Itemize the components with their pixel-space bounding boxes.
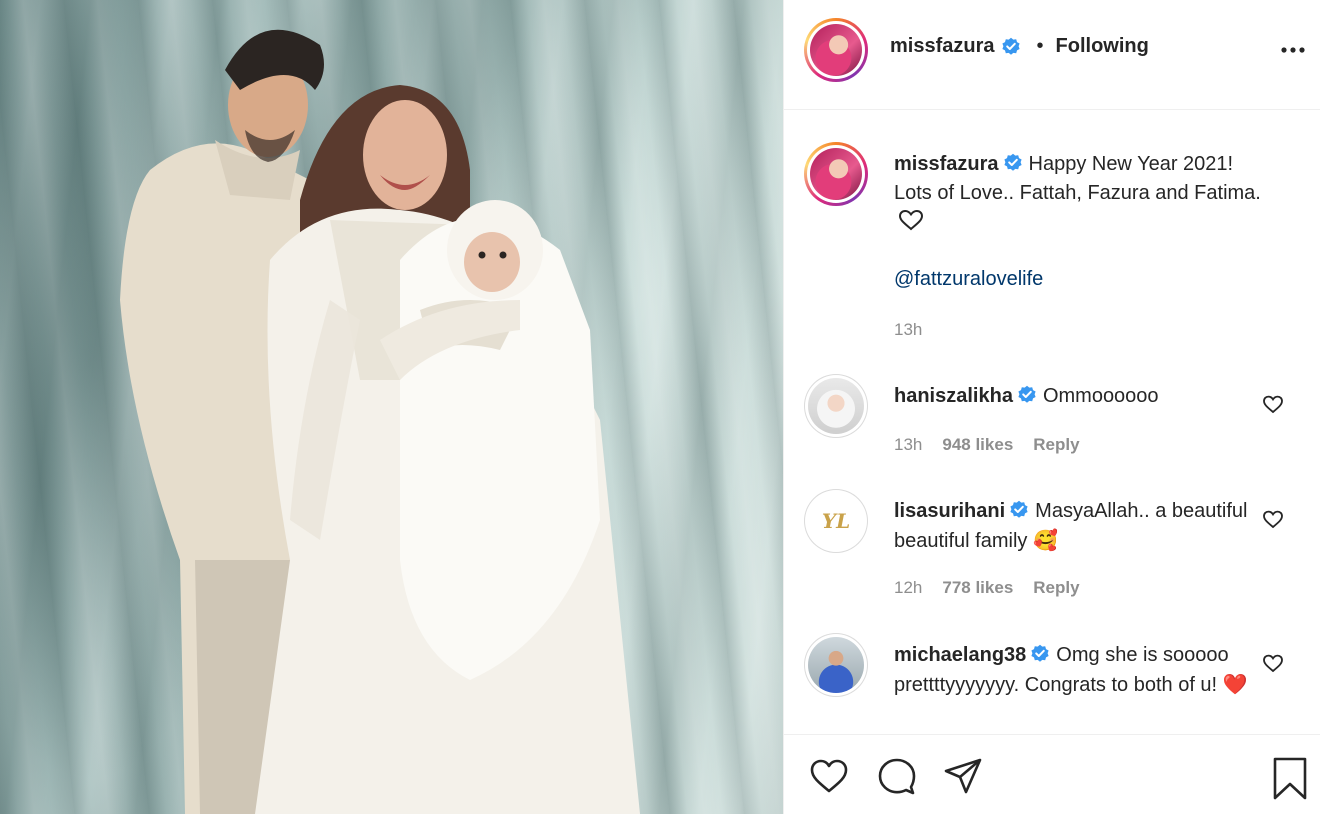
heart-outline-icon <box>898 209 924 231</box>
comment-username[interactable]: haniszalikha <box>894 385 1013 407</box>
more-icon[interactable] <box>1279 40 1307 60</box>
reply-button[interactable]: Reply <box>1033 578 1079 598</box>
comment-item: michaelang38 Omg she is sooooo prettttyy… <box>804 633 1304 733</box>
post-caption: missfazura Happy New Year 2021! Lots of … <box>804 142 1304 352</box>
smiling-face-hearts-emoji: 🥰 <box>1032 528 1058 552</box>
family-portrait <box>120 29 640 814</box>
comment-time[interactable]: 13h <box>894 435 922 455</box>
comment-item: YL lisasurihani MasyaAllah.. a beautiful… <box>804 489 1304 609</box>
comment-avatar[interactable] <box>804 374 868 438</box>
header-separator: • <box>1036 35 1044 57</box>
comment-body: michaelang38 Omg she is sooooo prettttyy… <box>894 641 1274 700</box>
heart-icon[interactable] <box>1262 653 1284 673</box>
avatar-monogram: YL <box>821 509 851 533</box>
comment-item: haniszalikha Ommoooooo 13h 948 likes Rep… <box>804 374 1304 474</box>
comment-avatar[interactable]: YL <box>804 489 868 553</box>
comment-body: haniszalikha Ommoooooo <box>894 382 1274 411</box>
red-heart-emoji: ❤️ <box>1222 672 1248 696</box>
comment-meta: 13h 948 likes Reply <box>894 435 1080 455</box>
comment-meta: 12h 778 likes Reply <box>894 578 1080 598</box>
reply-button[interactable]: Reply <box>1033 435 1079 455</box>
verified-icon <box>1003 153 1022 171</box>
comment-avatar[interactable] <box>804 633 868 697</box>
author-info: missfazura • Following <box>890 35 1149 58</box>
heart-outline-icon[interactable] <box>808 757 850 795</box>
comment-body: lisasurihani MasyaAllah.. a beautiful be… <box>894 497 1274 556</box>
following-button[interactable]: Following <box>1056 35 1149 58</box>
post-photo[interactable] <box>0 0 783 814</box>
comment-username[interactable]: michaelang38 <box>894 644 1026 666</box>
caption-mention-link[interactable]: @fattzuralovelife <box>894 268 1043 291</box>
verified-icon <box>1010 500 1028 518</box>
verified-icon <box>1001 37 1020 55</box>
comment-likes[interactable]: 778 likes <box>942 578 1013 598</box>
comment-username[interactable]: lisasurihani <box>894 500 1005 522</box>
caption-body: missfazura Happy New Year 2021! Lots of … <box>894 150 1274 237</box>
caption-avatar[interactable] <box>804 142 868 206</box>
heart-icon[interactable] <box>1262 394 1284 414</box>
comment-time[interactable]: 12h <box>894 578 922 598</box>
verified-icon <box>1018 385 1036 403</box>
post-header: missfazura • Following <box>784 0 1320 110</box>
verified-icon <box>1031 644 1049 662</box>
post-side-panel: missfazura • Following missfazura Happy … <box>783 0 1320 814</box>
author-username[interactable]: missfazura <box>890 35 995 58</box>
caption-username[interactable]: missfazura <box>894 153 999 175</box>
caption-text-rest: Lots of Love.. Fattah, Fazura and Fatima… <box>894 182 1261 204</box>
comment-likes[interactable]: 948 likes <box>942 435 1013 455</box>
caption-text-line1: Happy New Year 2021! <box>1028 153 1234 175</box>
bookmark-icon[interactable] <box>1272 757 1308 801</box>
post-actions <box>784 734 1320 814</box>
comment-text: Ommoooooo <box>1042 385 1159 407</box>
caption-time[interactable]: 13h <box>894 320 922 340</box>
comment-icon[interactable] <box>876 757 918 795</box>
caption-meta: 13h <box>894 320 922 340</box>
author-avatar[interactable] <box>804 18 868 82</box>
heart-icon[interactable] <box>1262 509 1284 529</box>
share-icon[interactable] <box>942 757 984 795</box>
